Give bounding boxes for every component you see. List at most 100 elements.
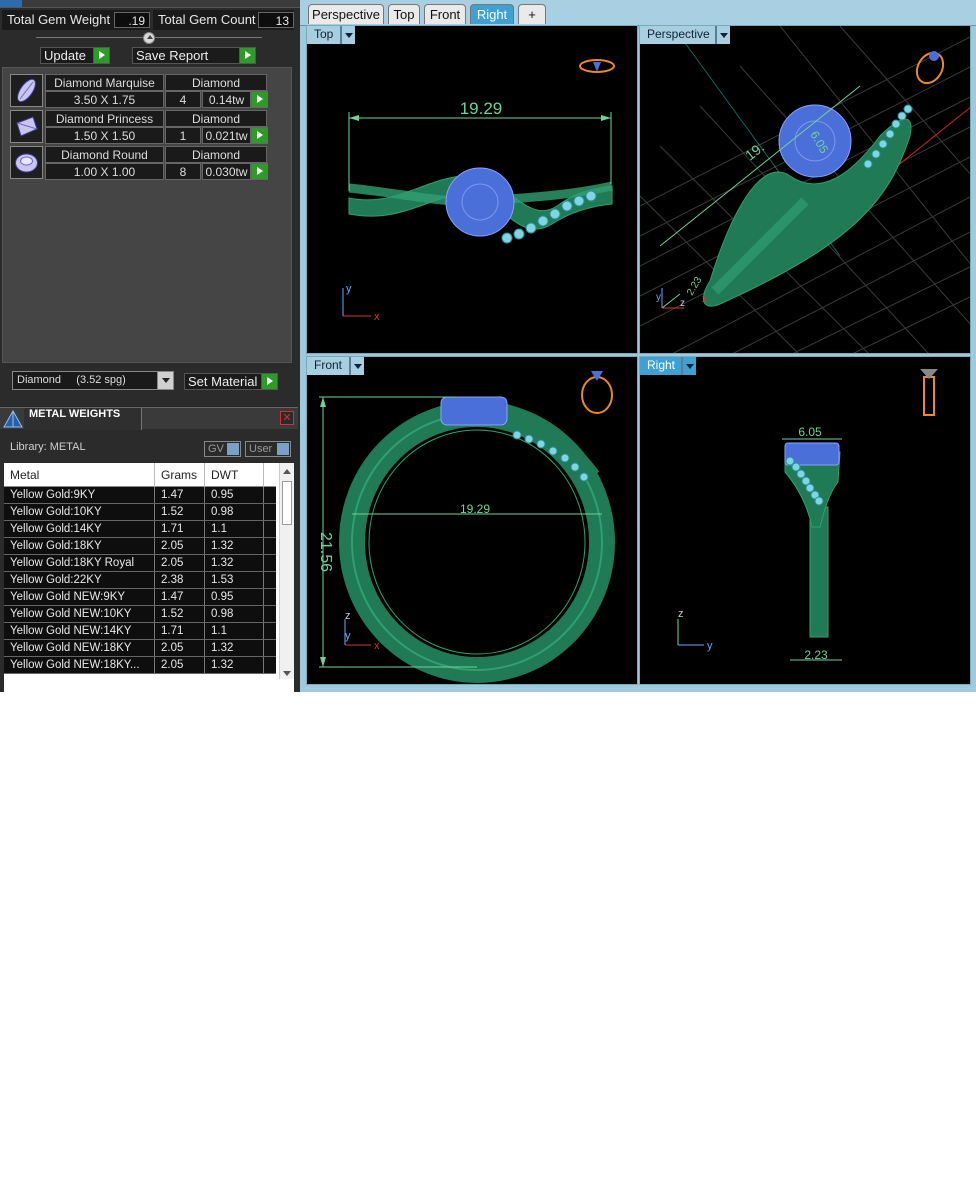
metal-name-cell: Yellow Gold:10KY xyxy=(4,504,155,520)
play-arrow-icon xyxy=(252,164,268,179)
front-dim-height: 21.56 xyxy=(317,532,334,572)
table-row[interactable]: Yellow Gold:10KY 1.52 0.98 xyxy=(4,504,276,521)
gem-go-button[interactable] xyxy=(251,127,268,144)
grams-cell: 2.05 xyxy=(155,538,205,554)
gem-row[interactable]: Diamond Round Diamond 1.00 X 1.00 8 0.03… xyxy=(10,146,268,180)
gem-type: Diamond xyxy=(165,110,267,127)
gem-count: 8 xyxy=(165,163,201,180)
table-row[interactable]: Yellow Gold:18KY 2.05 1.32 xyxy=(4,538,276,555)
chevron-down-icon[interactable] xyxy=(716,26,730,44)
table-row[interactable]: Yellow Gold NEW:18KY 2.05 1.32 xyxy=(4,640,276,657)
table-row[interactable]: Yellow Gold:9KY 1.47 0.95 xyxy=(4,487,276,504)
mini-ring-icon xyxy=(920,369,938,416)
gem-row[interactable]: Diamond Princess Diamond 1.50 X 1.50 1 0… xyxy=(10,110,268,144)
close-icon[interactable]: ✕ xyxy=(280,411,294,425)
table-row[interactable]: Yellow Gold NEW:18KY... 2.05 1.32 xyxy=(4,657,276,674)
grams-cell: 2.05 xyxy=(155,640,205,656)
axis-y-label: y xyxy=(346,283,352,295)
grams-cell: 1.47 xyxy=(155,589,205,605)
material-select-value: Diamond (3.52 spg) xyxy=(17,374,126,386)
viewport-top[interactable]: 19.29 y x Top xyxy=(306,25,638,354)
scrollbar-thumb[interactable] xyxy=(282,481,292,525)
viewport-right-label[interactable]: Right xyxy=(640,357,682,375)
gem-size: 1.00 X 1.00 xyxy=(45,163,164,180)
table-body: Yellow Gold:9KY 1.47 0.95 Yellow Gold:10KY 1… xyxy=(4,487,276,674)
dwt-cell: 0.95 xyxy=(205,487,264,503)
metal-weights-tab[interactable]: METAL WEIGHTS xyxy=(24,408,142,430)
update-button-label: Update xyxy=(44,48,86,63)
add-view-tab-icon[interactable]: + xyxy=(518,4,546,24)
gem-go-button[interactable] xyxy=(251,163,268,180)
chevron-down-icon[interactable] xyxy=(682,357,696,375)
chevron-down-icon[interactable] xyxy=(350,357,364,375)
table-row[interactable]: Yellow Gold NEW:14KY 1.71 1.1 xyxy=(4,623,276,640)
metal-name-cell: Yellow Gold:14KY xyxy=(4,521,155,537)
panel-menu-icon[interactable] xyxy=(0,0,22,7)
gv-toggle[interactable]: GV xyxy=(204,441,241,457)
tab-front[interactable]: Front xyxy=(424,4,466,24)
grams-cell: 1.71 xyxy=(155,623,205,639)
tab-top[interactable]: Top xyxy=(388,4,420,24)
viewport-perspective[interactable]: 19. 6.05 2.23 y z x Perspective xyxy=(639,25,971,354)
gem-type: Diamond xyxy=(165,146,267,163)
table-scrollbar[interactable] xyxy=(279,463,294,679)
user-toggle[interactable]: User xyxy=(245,441,291,457)
material-select[interactable]: Diamond (3.52 spg) xyxy=(12,371,174,390)
table-row[interactable]: Yellow Gold NEW:9KY 1.47 0.95 xyxy=(4,589,276,606)
view-tab-bar: Perspective Top Front Right + xyxy=(300,0,976,26)
table-row[interactable]: Yellow Gold NEW:10KY 1.52 0.98 xyxy=(4,606,276,623)
front-view-render: 21.56 19.29 z y x xyxy=(317,371,615,683)
collapse-toggle-icon[interactable] xyxy=(143,32,155,44)
gv-toggle-label: GV xyxy=(208,443,224,455)
front-dim-width: 19.29 xyxy=(460,502,490,516)
axis-z-label: z xyxy=(680,298,685,309)
set-material-button[interactable]: Set Material xyxy=(184,373,278,390)
metal-weights-logo-icon xyxy=(2,409,24,429)
column-header-metal[interactable]: Metal xyxy=(4,463,155,487)
gem-name: Diamond Princess xyxy=(45,110,164,127)
toggle-bar-icon xyxy=(277,443,289,455)
scroll-up-icon[interactable] xyxy=(283,469,291,474)
tab-right[interactable]: Right xyxy=(470,4,514,24)
gem-go-button[interactable] xyxy=(251,91,268,108)
viewport-perspective-label[interactable]: Perspective xyxy=(640,26,716,44)
metal-name-cell: Yellow Gold NEW:14KY xyxy=(4,623,155,639)
gem-name: Diamond Marquise xyxy=(45,74,164,91)
dwt-cell: 0.95 xyxy=(205,589,264,605)
axis-y-label: y xyxy=(656,292,661,303)
gem-weight: 0.14tw xyxy=(202,91,251,108)
gem-count: 1 xyxy=(165,127,201,144)
table-row[interactable]: Yellow Gold:14KY 1.71 1.1 xyxy=(4,521,276,538)
gem-weight: 0.030tw xyxy=(202,163,251,180)
metal-weights-table: Metal Grams DWT Yellow Gold:9KY 1.47 0.95 Y… xyxy=(4,463,294,692)
update-button[interactable]: Update xyxy=(40,47,110,64)
gem-row[interactable]: Diamond Marquise Diamond 3.50 X 1.75 4 0… xyxy=(10,74,268,108)
grams-cell: 1.47 xyxy=(155,487,205,503)
metal-name-cell: Yellow Gold NEW:9KY xyxy=(4,589,155,605)
user-toggle-label: User xyxy=(249,443,273,455)
round-gem-icon xyxy=(10,146,43,179)
viewport-front[interactable]: 21.56 19.29 z y x Front xyxy=(306,356,638,685)
metal-weights-header: METAL WEIGHTS ✕ xyxy=(0,407,298,430)
viewport-front-label[interactable]: Front xyxy=(307,357,350,375)
tab-perspective[interactable]: Perspective xyxy=(308,4,384,24)
viewport-top-label[interactable]: Top xyxy=(307,26,341,44)
metal-name-cell: Yellow Gold NEW:18KY xyxy=(4,640,155,656)
mini-ring-icon xyxy=(579,59,615,73)
table-row[interactable]: Yellow Gold:22KY 2.38 1.53 xyxy=(4,572,276,589)
chevron-down-icon[interactable] xyxy=(341,26,355,44)
table-row[interactable]: Yellow Gold:18KY Royal 2.05 1.32 xyxy=(4,555,276,572)
metal-weights-title: METAL WEIGHTS xyxy=(29,408,121,420)
dwt-cell: 1.32 xyxy=(205,538,264,554)
metal-name-cell: Yellow Gold:22KY xyxy=(4,572,155,588)
scroll-down-icon[interactable] xyxy=(283,671,291,676)
grams-cell: 2.05 xyxy=(155,657,205,673)
perspective-view-render: 19. 6.05 2.23 y z x xyxy=(640,26,970,353)
axis-z-label: z xyxy=(345,610,351,622)
viewport-right[interactable]: 6.05 2.23 z y Right xyxy=(639,356,971,685)
right-dim-top: 6.05 xyxy=(798,425,822,439)
play-arrow-icon xyxy=(252,92,268,107)
column-header-dwt[interactable]: DWT xyxy=(205,463,264,487)
column-header-grams[interactable]: Grams xyxy=(155,463,205,487)
save-report-button[interactable]: Save Report xyxy=(132,47,256,64)
